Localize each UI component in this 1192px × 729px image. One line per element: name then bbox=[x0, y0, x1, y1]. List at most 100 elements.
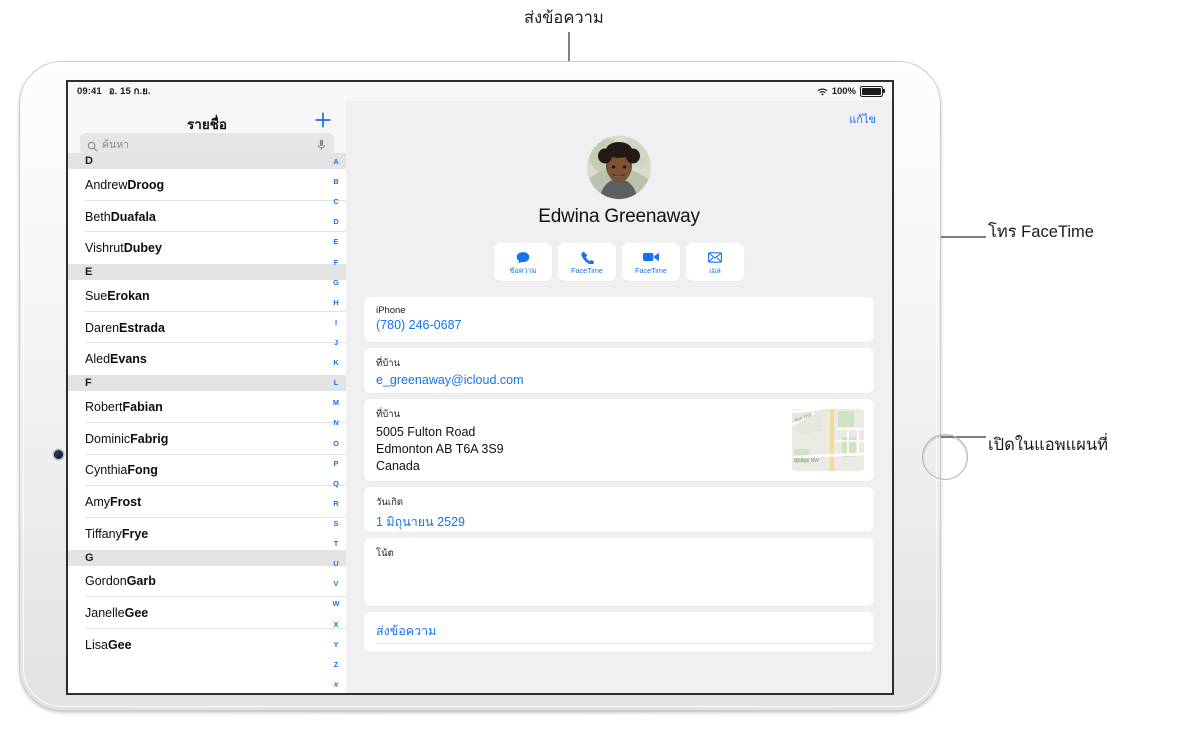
action-button-label: FaceTime bbox=[635, 265, 667, 275]
alphabet-index-letter[interactable]: V bbox=[334, 579, 339, 588]
alphabet-index-letter[interactable]: P bbox=[334, 459, 339, 468]
alphabet-index-letter[interactable]: Y bbox=[334, 640, 339, 649]
contact-list-item[interactable]: Tiffany Frye bbox=[68, 517, 346, 550]
ipad-screen: 09:41 อ. 15 ก.ย. 100% รายชื่อ ค้นหา D An… bbox=[68, 82, 892, 693]
search-input[interactable]: ค้นหา bbox=[80, 133, 334, 155]
alphabet-index-letter[interactable]: O bbox=[333, 439, 339, 448]
field-birthday[interactable]: วันเกิด 1 มิถุนายน 2529 bbox=[364, 487, 874, 532]
alphabet-index-letter[interactable]: H bbox=[333, 298, 338, 307]
alphabet-index-letter[interactable]: D bbox=[333, 217, 338, 226]
contact-first-name: Cynthia bbox=[85, 463, 128, 478]
alphabet-index-letter[interactable]: T bbox=[334, 539, 339, 548]
contact-last-name: Fabian bbox=[122, 399, 163, 414]
contacts-list[interactable]: D Andrew Droog Beth Duafala Vishrut Dubey E S… bbox=[68, 153, 346, 693]
alphabet-index-letter[interactable]: Z bbox=[334, 660, 339, 669]
alphabet-index-letter[interactable]: A bbox=[333, 157, 338, 166]
alphabet-index-letter[interactable]: N bbox=[333, 418, 338, 427]
contact-first-name: Aled bbox=[85, 352, 111, 367]
contact-first-name: Andrew bbox=[85, 177, 128, 192]
alphabet-index-letter[interactable]: I bbox=[335, 318, 337, 327]
contact-list-item[interactable]: Dominic Fabrig bbox=[68, 422, 346, 455]
sidebar-header: รายชื่อ ค้นหา bbox=[68, 101, 346, 155]
contact-list-item[interactable]: Janelle Gee bbox=[68, 597, 346, 629]
map-thumbnail[interactable]: Ave NW 03 Ave NW bbox=[792, 409, 864, 471]
field-phone-value[interactable]: (780) 246-0687 bbox=[376, 318, 862, 332]
microphone-icon[interactable] bbox=[317, 138, 326, 150]
alphabet-index-letter[interactable]: X bbox=[334, 620, 339, 629]
contact-list-item[interactable]: Beth Duafala bbox=[68, 200, 346, 233]
contact-last-name: Gee bbox=[107, 637, 132, 652]
screenshot-stage: ส่งข้อความ โทร FaceTime เปิดในแอพแผนที่ … bbox=[0, 0, 1192, 729]
contact-first-name: Tiffany bbox=[85, 526, 122, 541]
contact-first-name: Sue bbox=[85, 288, 108, 303]
alphabet-index-letter[interactable]: U bbox=[333, 559, 338, 568]
contact-first-name: Janelle bbox=[85, 606, 125, 621]
field-phone-label: iPhone bbox=[376, 305, 406, 316]
field-address[interactable]: ที่บ้าน 5005 Fulton Road Edmonton AB T6A… bbox=[364, 399, 874, 481]
contact-list-item[interactable]: Amy Frost bbox=[68, 486, 346, 518]
field-phone[interactable]: iPhone (780) 246-0687 bbox=[364, 297, 874, 342]
envelope-icon bbox=[708, 250, 722, 265]
contact-action-buttons[interactable]: ข้อความ FaceTime FaceTime เมล bbox=[346, 243, 892, 281]
status-time: 09:41 bbox=[77, 86, 102, 97]
contact-list-item[interactable]: Andrew Droog bbox=[68, 169, 346, 201]
contact-list-item[interactable]: Vishrut Dubey bbox=[68, 232, 346, 265]
list-section-header: D bbox=[68, 153, 346, 169]
alphabet-index-letter[interactable]: S bbox=[334, 519, 339, 528]
alphabet-index-letter[interactable]: F bbox=[334, 258, 339, 267]
avatar[interactable] bbox=[587, 136, 651, 199]
field-birthday-value[interactable]: 1 มิถุนายน 2529 bbox=[376, 512, 862, 532]
contact-first-name: Daren bbox=[85, 320, 120, 335]
alphabet-index-letter[interactable]: W bbox=[333, 599, 340, 608]
list-section-header: G bbox=[68, 549, 346, 566]
contact-last-name: Duafala bbox=[110, 209, 156, 224]
alphabet-index-letter[interactable]: # bbox=[334, 680, 338, 689]
contact-last-name: Fong bbox=[127, 463, 158, 478]
contact-list-item[interactable]: Daren Estrada bbox=[68, 311, 346, 344]
action-button-label: ข้อความ bbox=[509, 265, 537, 275]
field-email[interactable]: ที่บ้าน e_greenaway@icloud.com bbox=[364, 348, 874, 393]
contact-last-name: Frye bbox=[121, 526, 149, 541]
contact-list-item[interactable]: Robert Fabian bbox=[68, 391, 346, 423]
add-contact-button[interactable] bbox=[312, 109, 334, 131]
field-email-value[interactable]: e_greenaway@icloud.com bbox=[376, 373, 862, 387]
contact-first-name: Vishrut bbox=[85, 241, 124, 256]
alphabet-index-letter[interactable]: J bbox=[334, 338, 338, 347]
alphabet-index-letter[interactable]: C bbox=[333, 197, 338, 206]
edit-button[interactable]: แก้ไข bbox=[849, 110, 876, 128]
field-send-message[interactable]: ส่งข้อความ bbox=[364, 612, 874, 652]
list-section-header: F bbox=[68, 375, 346, 392]
callout-label-open-in-maps: เปิดในแอพแผนที่ bbox=[988, 436, 1109, 454]
send-message-label[interactable]: ส่งข้อความ bbox=[376, 621, 862, 641]
field-notes[interactable]: โน้ต bbox=[364, 538, 874, 606]
action-button-envelope[interactable]: เมล bbox=[686, 243, 744, 281]
field-notes-label: โน้ต bbox=[376, 548, 394, 559]
action-button-phone[interactable]: FaceTime bbox=[558, 243, 616, 281]
alphabet-index[interactable]: A B C D E F G H I J K L M N O P Q R S T U V W X Y Z # bbox=[328, 157, 344, 689]
alphabet-index-letter[interactable]: L bbox=[334, 378, 339, 387]
alphabet-index-letter[interactable]: E bbox=[334, 237, 339, 246]
home-button[interactable] bbox=[922, 434, 968, 480]
alphabet-index-letter[interactable]: Q bbox=[333, 479, 339, 488]
contact-list-item[interactable]: Lisa Gee bbox=[68, 628, 346, 661]
contact-list-item[interactable]: Cynthia Fong bbox=[68, 454, 346, 487]
field-address-line-2: Edmonton AB T6A 3S9 bbox=[376, 441, 504, 456]
status-date: อ. 15 ก.ย. bbox=[108, 86, 151, 97]
contact-detail-pane: แก้ไข Edwina Greenaway ข้อความ FaceTime … bbox=[346, 101, 892, 693]
alphabet-index-letter[interactable]: M bbox=[333, 398, 339, 407]
alphabet-index-letter[interactable]: R bbox=[333, 499, 338, 508]
action-button-message-bubble[interactable]: ข้อความ bbox=[494, 243, 552, 281]
alphabet-index-letter[interactable]: K bbox=[333, 358, 338, 367]
contact-list-item[interactable]: Gordon Garb bbox=[68, 565, 346, 598]
contact-last-name: Fabrig bbox=[130, 431, 169, 446]
action-button-label: เมล bbox=[709, 265, 721, 275]
callout-label-facetime-call: โทร FaceTime bbox=[988, 223, 1094, 241]
front-camera-icon bbox=[54, 450, 63, 459]
action-button-label: FaceTime bbox=[571, 265, 603, 275]
action-button-video-camera[interactable]: FaceTime bbox=[622, 243, 680, 281]
alphabet-index-letter[interactable]: B bbox=[333, 177, 338, 186]
alphabet-index-letter[interactable]: G bbox=[333, 278, 339, 287]
contact-list-item[interactable]: Aled Evans bbox=[68, 343, 346, 376]
contact-list-item[interactable]: Sue Erokan bbox=[68, 280, 346, 312]
contact-first-name: Lisa bbox=[85, 637, 108, 652]
